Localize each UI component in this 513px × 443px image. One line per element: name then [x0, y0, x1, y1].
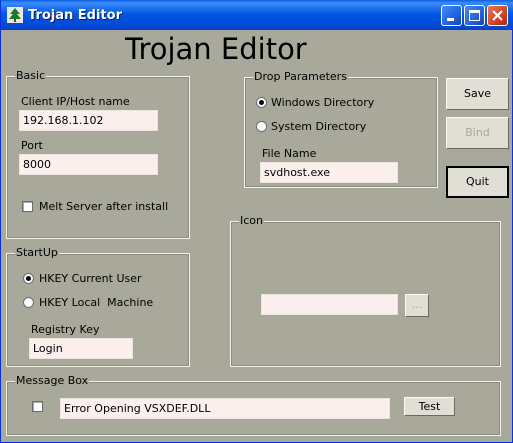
- message-box-group-label: Message Box: [15, 374, 90, 387]
- page-title: Trojan Editor: [125, 32, 307, 66]
- host-label: Client IP/Host name: [21, 95, 130, 108]
- startup-group-label: StartUp: [15, 246, 59, 259]
- title-bar[interactable]: Trojan Editor: [1, 0, 513, 30]
- test-button[interactable]: Test: [404, 397, 455, 416]
- drop-parameters-group-label: Drop Parameters: [253, 70, 348, 83]
- hkey-current-user-radio[interactable]: [23, 273, 34, 284]
- icon-group-label: Icon: [239, 214, 264, 227]
- port-field[interactable]: 8000: [19, 154, 158, 175]
- main-window: Trojan Editor Trojan Editor Basic Client…: [0, 0, 513, 443]
- melt-server-checkbox[interactable]: [22, 201, 33, 212]
- hkey-local-machine-label: HKEY Local Machine: [39, 296, 154, 309]
- tree-icon: [7, 7, 23, 23]
- hkey-local-machine-radio[interactable]: [23, 297, 34, 308]
- browse-icon-button[interactable]: ...: [405, 294, 429, 317]
- windows-directory-radio[interactable]: [256, 97, 267, 108]
- system-directory-radio[interactable]: [256, 121, 267, 132]
- close-button[interactable]: [487, 5, 508, 26]
- minimize-button[interactable]: [441, 5, 462, 26]
- file-name-field[interactable]: svdhost.exe: [260, 162, 398, 183]
- minimize-icon: [447, 18, 454, 21]
- windows-directory-label: Windows Directory: [271, 96, 375, 109]
- maximize-button[interactable]: [464, 5, 485, 26]
- registry-key-field[interactable]: Login: [29, 338, 133, 359]
- save-button[interactable]: Save: [446, 78, 509, 110]
- maximize-icon: [469, 10, 480, 21]
- bind-button[interactable]: Bind: [446, 117, 509, 149]
- port-label: Port: [21, 139, 43, 152]
- window-title: Trojan Editor: [28, 8, 122, 23]
- host-field[interactable]: 192.168.1.102: [19, 110, 158, 131]
- message-box-checkbox[interactable]: [32, 401, 43, 412]
- registry-key-label: Registry Key: [31, 323, 100, 336]
- basic-group-label: Basic: [15, 69, 47, 82]
- file-name-label: File Name: [262, 147, 317, 160]
- quit-button[interactable]: Quit: [446, 166, 509, 198]
- system-directory-label: System Directory: [271, 120, 367, 133]
- hkey-current-user-label: HKEY Current User: [39, 272, 142, 285]
- melt-server-label: Melt Server after install: [39, 200, 169, 213]
- message-text-field[interactable]: Error Opening VSXDEF.DLL: [60, 398, 390, 419]
- close-icon: [492, 10, 503, 21]
- icon-path-field[interactable]: [261, 294, 398, 315]
